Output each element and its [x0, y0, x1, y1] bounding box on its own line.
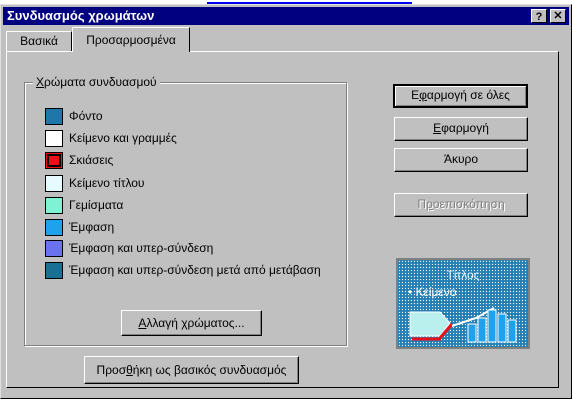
tab-basic[interactable]: Βασικά — [6, 31, 72, 51]
scheme-item-label: Έμφαση — [69, 220, 115, 234]
apply-label: φαρμογή — [441, 121, 489, 135]
color-swatch[interactable] — [45, 240, 63, 257]
apply-access-key: Ε — [433, 121, 442, 135]
scheme-colors-legend: Χρώματα συνδυασμού — [33, 75, 160, 89]
legend-access-key: Χ — [36, 75, 45, 89]
preview-button[interactable]: Προεπισκόπηση — [394, 193, 528, 217]
scheme-item-label: Σκιάσεις — [69, 153, 114, 167]
color-swatch[interactable] — [45, 152, 63, 169]
preview-bar — [507, 319, 517, 343]
add-standard-access-key: θ — [126, 363, 133, 377]
scheme-item-label: Κείμενο και γραμμές — [69, 131, 177, 145]
close-button[interactable]: ✕ — [550, 9, 566, 23]
scheme-item-label: Γεμίσματα — [69, 198, 124, 212]
color-swatch[interactable] — [45, 219, 63, 236]
preview-bar — [487, 309, 497, 343]
add-standard-label-pre: Προσ — [96, 363, 127, 377]
preview-label-pre: Π — [417, 197, 427, 211]
color-swatch[interactable] — [45, 197, 63, 214]
apply-all-label-pre: Ε — [411, 88, 420, 102]
color-swatch[interactable] — [45, 130, 63, 147]
preview-bar — [477, 317, 487, 343]
apply-to-all-button[interactable]: Εφαρμογή σε όλες — [393, 84, 528, 108]
change-color-label: λλαγή χρώματος... — [146, 316, 245, 330]
apply-all-label-post: αρμογή σε όλες — [426, 88, 510, 102]
apply-button[interactable]: Εφαρμογή — [394, 117, 528, 141]
color-swatch[interactable] — [45, 175, 63, 192]
add-standard-label-post: ήκη ως βασικός συνδυασμός — [132, 363, 287, 377]
preview-label-post: οεπισκόπηση — [432, 197, 505, 211]
cancel-button[interactable]: Άκυρο — [394, 148, 528, 172]
change-color-button[interactable]: Αλλαγή χρώματος... — [121, 310, 262, 336]
color-swatch[interactable] — [45, 262, 63, 279]
preview-graphic — [409, 307, 517, 343]
tab-custom[interactable]: Προσαρμοσμένα — [72, 27, 190, 52]
preview-bar — [497, 313, 507, 343]
scheme-preview: Τίτλος • Κείμενο — [396, 258, 530, 349]
title-bar: Συνδυασμός χρωμάτων ? ✕ — [3, 7, 569, 25]
add-as-standard-scheme-button[interactable]: Προσθήκη ως βασικός συνδυασμός — [84, 356, 299, 384]
scheme-item-label: Φόντο — [69, 109, 103, 123]
help-button[interactable]: ? — [531, 9, 547, 23]
scheme-item-label: Κείμενο τίτλου — [69, 176, 145, 190]
scheme-item-label: Έμφαση και υπερ-σύνδεση — [69, 241, 214, 255]
scheme-item-label: Έμφαση και υπερ-σύνδεση μετά από μετάβασ… — [69, 263, 321, 277]
apply-all-access-key: φ — [419, 88, 427, 102]
color-swatch[interactable] — [45, 108, 63, 125]
preview-access-key: ρ — [426, 197, 433, 211]
preview-bar — [467, 323, 477, 343]
legend-text: ρώματα συνδυασμού — [44, 75, 157, 89]
window-title: Συνδυασμός χρωμάτων — [7, 8, 155, 23]
